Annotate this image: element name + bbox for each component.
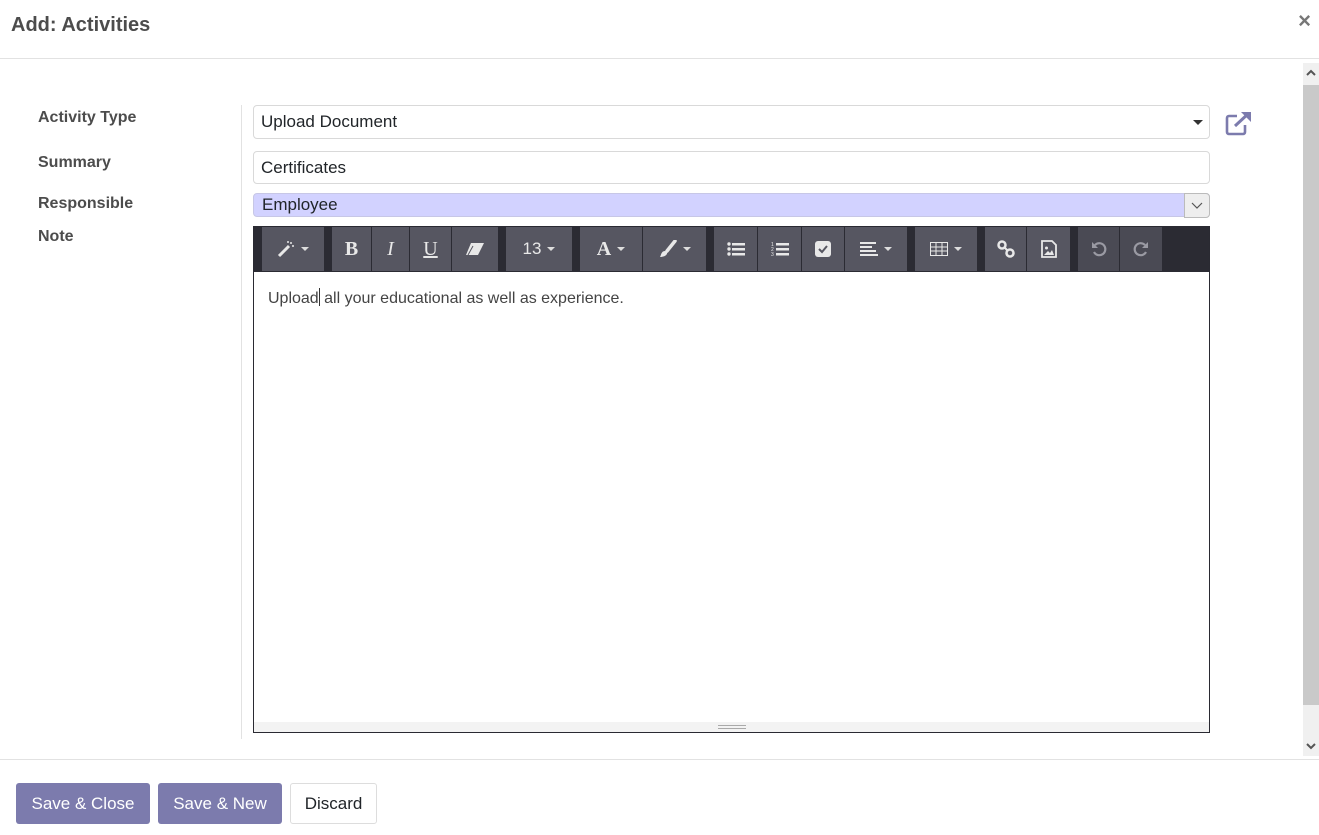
font-color-button[interactable]: A: [580, 227, 643, 271]
grip-icon: [718, 725, 746, 729]
caret-down-icon: [954, 247, 962, 251]
vertical-scrollbar[interactable]: [1303, 63, 1319, 756]
close-icon: ×: [1298, 8, 1311, 33]
numbered-list-button[interactable]: 123: [758, 227, 802, 271]
clear-format-button[interactable]: [452, 227, 498, 271]
external-link-button[interactable]: [1225, 110, 1253, 136]
caret-down-icon: [884, 247, 892, 251]
discard-button[interactable]: Discard: [290, 783, 377, 824]
editor-toolbar: B I U 13 A 1 2 3: [254, 227, 1209, 272]
table-icon: [930, 242, 948, 256]
chevron-down-icon: [1306, 743, 1316, 750]
underline-button[interactable]: U: [410, 227, 452, 271]
font-size-value: 13: [522, 239, 542, 258]
note-label: Note: [38, 228, 74, 245]
chevron-down-icon: [1191, 202, 1203, 209]
summary-input[interactable]: Certificates: [253, 151, 1210, 184]
bullet-list-button[interactable]: [714, 227, 758, 271]
checklist-button[interactable]: [802, 227, 845, 271]
paragraph-align-button[interactable]: [845, 227, 907, 271]
save-close-button[interactable]: Save & Close: [16, 783, 150, 824]
eraser-icon: [466, 243, 484, 256]
summary-label: Summary: [38, 154, 111, 171]
note-editor: B I U 13 A 1 2 3 Upload all your educati…: [253, 226, 1210, 733]
scroll-down-arrow[interactable]: [1303, 736, 1319, 756]
image-button[interactable]: [1027, 227, 1070, 271]
responsible-value: Employee: [262, 195, 338, 214]
editor-resize-handle[interactable]: [254, 722, 1209, 732]
note-content[interactable]: Upload all your educational as well as e…: [254, 272, 1209, 722]
style-button[interactable]: [262, 227, 324, 271]
paintbrush-icon: [659, 240, 677, 257]
scroll-up-arrow[interactable]: [1303, 63, 1319, 83]
link-button[interactable]: [985, 227, 1027, 271]
undo-button[interactable]: [1078, 227, 1120, 271]
caret-down-icon: [1193, 120, 1203, 125]
italic-icon: I: [387, 237, 394, 260]
svg-text:3: 3: [771, 252, 774, 257]
image-icon: [1040, 240, 1057, 258]
align-left-icon: [860, 242, 878, 256]
dialog-header: Add: Activities ×: [0, 0, 1319, 59]
scroll-thumb[interactable]: [1303, 85, 1319, 705]
magic-wand-icon: [277, 241, 294, 258]
font-color-icon: A: [596, 237, 612, 260]
responsible-select[interactable]: Employee: [253, 193, 1210, 218]
note-text-after-cursor: all your educational as well as experien…: [319, 290, 624, 307]
activity-type-select[interactable]: Upload Document: [253, 105, 1210, 139]
bold-icon: B: [344, 237, 359, 260]
underline-icon: U: [423, 237, 438, 260]
responsible-dropdown-toggle[interactable]: [1184, 193, 1210, 218]
caret-down-icon: [301, 247, 309, 251]
italic-button[interactable]: I: [372, 227, 410, 271]
activity-type-value: Upload Document: [261, 112, 398, 131]
activity-type-label: Activity Type: [38, 109, 137, 126]
dialog-footer: Save & Close Save & New Discard: [0, 759, 1319, 835]
undo-icon: [1091, 242, 1106, 257]
external-link-icon: [1225, 111, 1251, 136]
save-new-button[interactable]: Save & New: [158, 783, 282, 824]
table-button[interactable]: [915, 227, 977, 271]
background-color-button[interactable]: [643, 227, 706, 271]
label-divider: [241, 105, 242, 739]
close-button[interactable]: ×: [1298, 10, 1311, 32]
caret-down-icon: [682, 247, 691, 251]
numbered-list-icon: 123: [771, 242, 789, 257]
checkbox-icon: [815, 241, 831, 257]
caret-down-icon: [547, 247, 556, 251]
redo-icon: [1133, 242, 1148, 257]
summary-value: Certificates: [261, 157, 347, 177]
chevron-up-icon: [1306, 69, 1316, 76]
note-text-before-cursor: Upload: [268, 290, 319, 307]
link-icon: [996, 240, 1015, 258]
caret-down-icon: [617, 247, 626, 251]
dialog-title: Add: Activities: [11, 14, 151, 36]
responsible-label: Responsible: [38, 195, 134, 212]
bold-button[interactable]: B: [332, 227, 372, 271]
font-size-button[interactable]: 13: [506, 227, 572, 271]
bullet-list-icon: [726, 242, 745, 256]
redo-button[interactable]: [1120, 227, 1162, 271]
